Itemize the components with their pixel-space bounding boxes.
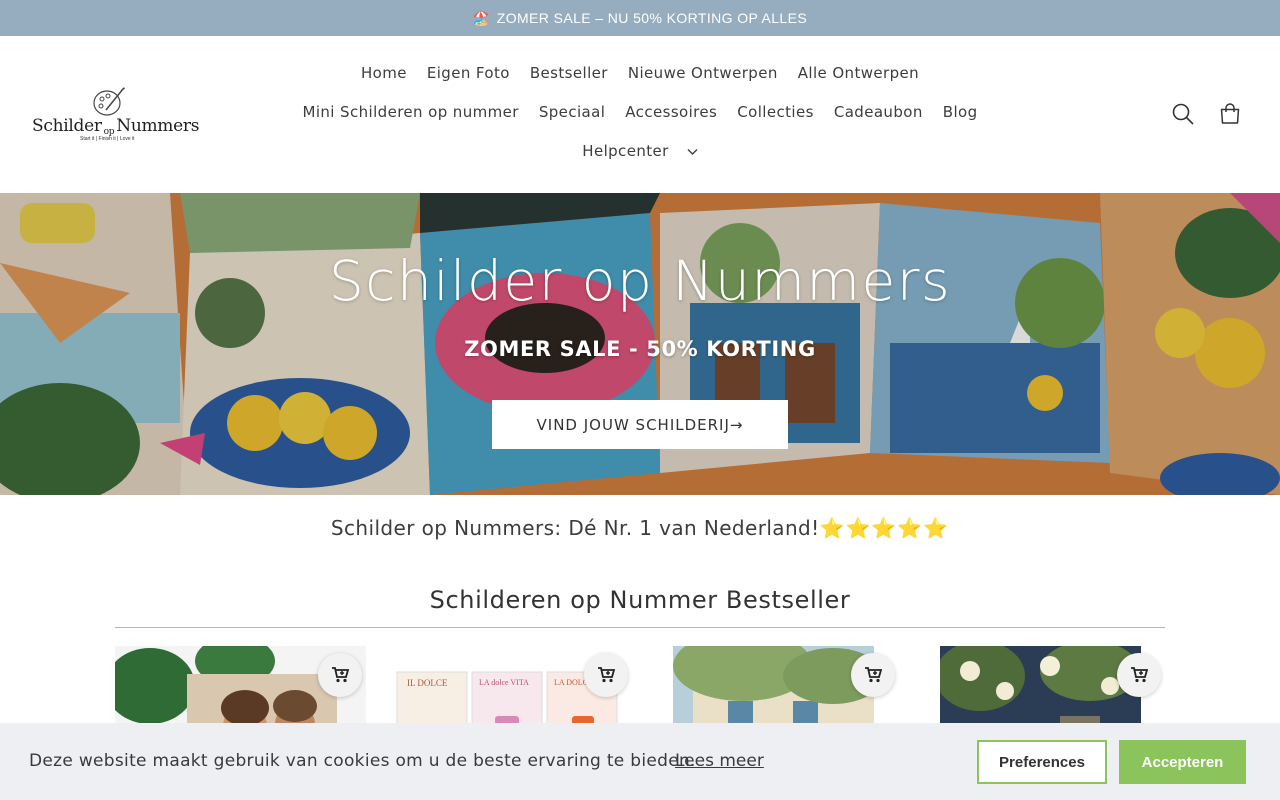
search-icon[interactable] xyxy=(1171,102,1195,126)
add-to-cart-button[interactable] xyxy=(584,653,628,697)
add-to-cart-icon xyxy=(332,667,349,683)
add-to-cart-icon xyxy=(865,667,882,683)
cookie-banner: Deze website maakt gebruik van cookies o… xyxy=(0,723,1280,800)
nav-bestseller[interactable]: Bestseller xyxy=(530,64,608,82)
hero-banner: Schilder op Nummers ZOMER SALE - 50% KOR… xyxy=(0,193,1280,495)
rating-stars: ⭐⭐⭐⭐⭐ xyxy=(819,516,950,540)
add-to-cart-button[interactable] xyxy=(851,653,895,697)
hero-cta-button[interactable]: VIND JOUW SCHILDERIJ→ xyxy=(492,400,788,449)
add-to-cart-button[interactable] xyxy=(318,653,362,697)
beach-umbrella-icon: 🏖️ xyxy=(472,9,491,26)
cookie-accept-button[interactable]: Accepteren xyxy=(1119,740,1246,784)
nav-home[interactable]: Home xyxy=(361,64,407,82)
main-nav-row-2: Mini Schilderen op nummer Speciaal Acces… xyxy=(0,103,1280,121)
cart-icon[interactable] xyxy=(1218,102,1242,126)
nav-nieuwe-ontwerpen[interactable]: Nieuwe Ontwerpen xyxy=(628,64,778,82)
main-nav-row-3: Helpcenter xyxy=(0,142,1280,160)
chevron-down-icon xyxy=(687,145,698,159)
section-divider xyxy=(115,627,1165,628)
main-nav-row-1: Home Eigen Foto Bestseller Nieuwe Ontwer… xyxy=(0,64,1280,82)
announcement-bar: 🏖️ ZOMER SALE – NU 50% KORTING OP ALLES xyxy=(0,0,1280,36)
nav-helpcenter[interactable]: Helpcenter xyxy=(572,142,707,160)
hero-content: Schilder op Nummers ZOMER SALE - 50% KOR… xyxy=(0,193,1280,495)
nav-cadeaubon[interactable]: Cadeaubon xyxy=(834,103,923,121)
nav-collecties[interactable]: Collecties xyxy=(737,103,814,121)
hero-subtitle: ZOMER SALE - 50% KORTING xyxy=(464,337,816,361)
cookie-preferences-button[interactable]: Preferences xyxy=(977,740,1107,784)
nav-alle-ontwerpen[interactable]: Alle Ontwerpen xyxy=(798,64,919,82)
nav-mini-schilderen[interactable]: Mini Schilderen op nummer xyxy=(302,103,518,121)
add-to-cart-icon xyxy=(1131,667,1148,683)
add-to-cart-icon xyxy=(598,667,615,683)
print-label-1: IL DOLCE xyxy=(407,678,448,688)
tagline-text: Schilder op Nummers: Dé Nr. 1 van Nederl… xyxy=(330,516,820,540)
nav-helpcenter-label: Helpcenter xyxy=(582,142,669,160)
print-label-2: LA dolce VITA xyxy=(479,678,529,687)
nav-accessoires[interactable]: Accessoires xyxy=(625,103,717,121)
nav-speciaal[interactable]: Speciaal xyxy=(539,103,605,121)
add-to-cart-button[interactable] xyxy=(1117,653,1161,697)
bestseller-section-title: Schilderen op Nummer Bestseller xyxy=(429,586,851,614)
nav-blog[interactable]: Blog xyxy=(943,103,978,121)
cookie-read-more-link[interactable]: Lees meer xyxy=(675,751,764,771)
nav-eigen-foto[interactable]: Eigen Foto xyxy=(427,64,510,82)
site-header: Schilder op Nummers Start it | Finish it |… xyxy=(0,36,1280,193)
cookie-message: Deze website maakt gebruik van cookies o… xyxy=(29,751,696,771)
announcement-text: ZOMER SALE – NU 50% KORTING OP ALLES xyxy=(496,10,808,26)
hero-title: Schilder op Nummers xyxy=(328,249,952,313)
tagline: Schilder op Nummers: Dé Nr. 1 van Nederl… xyxy=(0,516,1280,540)
